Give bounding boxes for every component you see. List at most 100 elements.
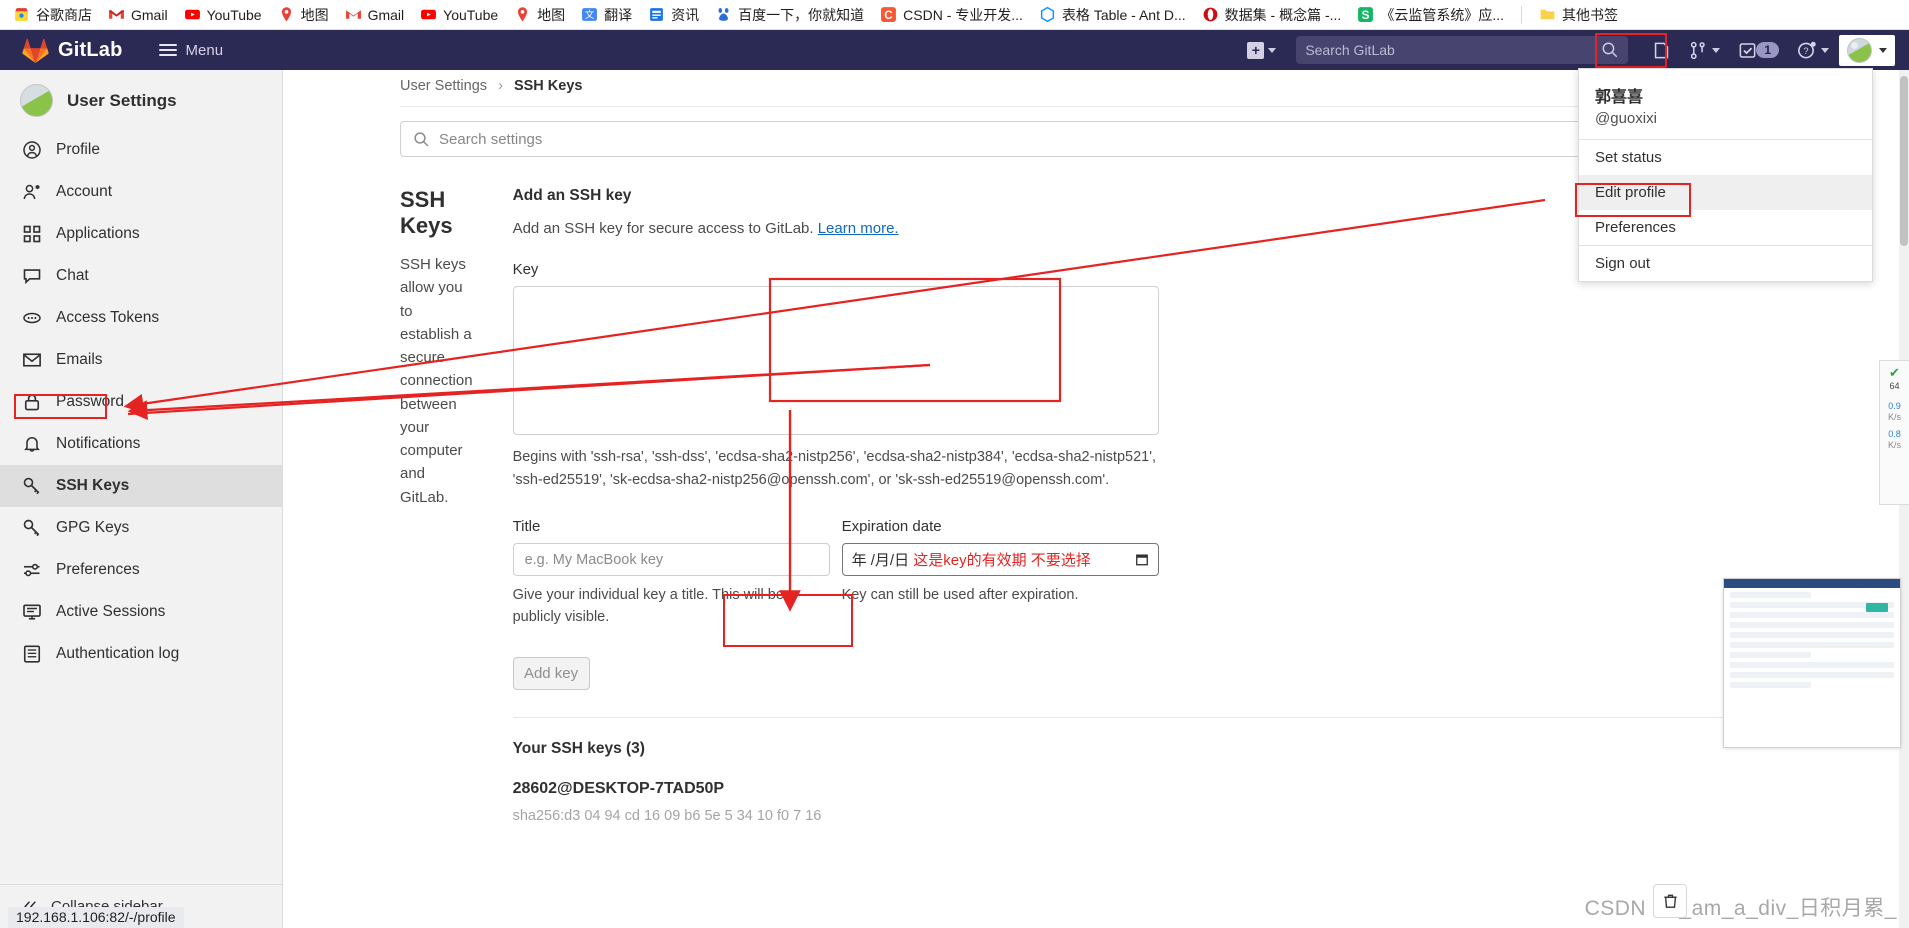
- menu-item-set-status[interactable]: Set status: [1579, 140, 1872, 175]
- sidebar-item-emails[interactable]: Emails: [0, 339, 282, 381]
- screenshot-thumbnail-panel[interactable]: [1723, 578, 1901, 748]
- key-textarea[interactable]: [512, 286, 1159, 435]
- user-profile-dropdown: 郭喜喜 @guoxixi Set status Edit profile Pre…: [1578, 68, 1873, 282]
- key-icon: [23, 477, 40, 495]
- calendar-icon[interactable]: [1135, 552, 1149, 567]
- bookmark-item[interactable]: 表格 Table - Ant D...: [1032, 3, 1193, 27]
- title-input[interactable]: e.g. My MacBook key: [512, 543, 830, 577]
- merge-requests-button[interactable]: [1681, 34, 1728, 67]
- keys-list-divider: [512, 716, 1893, 718]
- sidebar-item-preferences[interactable]: Preferences: [0, 549, 282, 591]
- issues-button[interactable]: [1644, 34, 1679, 67]
- learn-more-link[interactable]: Learn more.: [818, 220, 899, 237]
- bookmark-item[interactable]: Gmail: [338, 4, 412, 25]
- ssh-key-title[interactable]: 28602@DESKTOP-7TAD50P: [513, 780, 1893, 798]
- bookmark-item[interactable]: C CSDN - 专业开发...: [873, 3, 1030, 27]
- sidebar-item-active-sessions[interactable]: Active Sessions: [0, 591, 282, 633]
- other-bookmarks-folder[interactable]: 其他书签: [1532, 3, 1625, 27]
- thumbnail-row: [1730, 632, 1894, 638]
- sidebar-item-password[interactable]: Password: [0, 381, 282, 423]
- sidebar-item-account[interactable]: Account: [0, 171, 282, 213]
- sidebar-item-label: Active Sessions: [56, 603, 166, 620]
- envelope-icon: [23, 353, 41, 367]
- bookmark-label: 谷歌商店: [36, 6, 92, 23]
- main-menu-button[interactable]: Menu: [149, 35, 234, 66]
- log-list-icon: [23, 645, 41, 663]
- bookmark-item[interactable]: YouTube: [177, 4, 269, 25]
- menu-item-preferences[interactable]: Preferences: [1579, 210, 1872, 245]
- sidebar-item-chat[interactable]: Chat: [0, 255, 282, 297]
- sidebar-item-access-tokens[interactable]: Access Tokens: [0, 297, 282, 339]
- expiration-annotation: 这是key的有效期 不要选择: [913, 552, 1091, 570]
- magnifier-icon: [414, 131, 429, 146]
- gitlab-home-link[interactable]: GitLab: [14, 34, 131, 67]
- status-bar-url: 192.168.1.106:82/-/profile: [8, 907, 184, 928]
- settings-search-placeholder: Search settings: [439, 130, 543, 148]
- sidebar-item-gpg-keys[interactable]: GPG Keys: [0, 507, 282, 549]
- check-circle-icon: ✔: [1889, 365, 1900, 380]
- trash-button[interactable]: [1653, 884, 1687, 918]
- sidebar-item-authentication-log[interactable]: Authentication log: [0, 633, 282, 675]
- bookmark-item[interactable]: 百度一下，你就知道: [708, 3, 871, 27]
- sidebar-item-label: Emails: [56, 351, 103, 368]
- bookmark-item[interactable]: Gmail: [101, 4, 175, 25]
- title-help-text: Give your individual key a title. This w…: [512, 587, 784, 626]
- speed-down-unit: K/s: [1887, 440, 1901, 451]
- scrollbar-thumb[interactable]: [1900, 76, 1908, 246]
- search-input[interactable]: Search GitLab: [1296, 36, 1629, 64]
- menu-item-sign-out[interactable]: Sign out: [1579, 246, 1872, 281]
- sidebar-item-applications[interactable]: Applications: [0, 213, 282, 255]
- title-field-label: Title: [512, 518, 541, 536]
- todos-button[interactable]: 1: [1730, 34, 1787, 67]
- sidebar-item-label: Preferences: [56, 561, 140, 578]
- bookmark-item[interactable]: 文 翻译: [574, 3, 639, 27]
- bookmark-label: 翻译: [604, 6, 633, 23]
- merge-request-icon: [1691, 41, 1706, 59]
- user-avatar-button[interactable]: [1839, 34, 1895, 66]
- sidebar-item-profile[interactable]: Profile: [0, 129, 282, 171]
- speed-up-unit: K/s: [1887, 411, 1901, 422]
- sidebar-item-ssh-keys[interactable]: SSH Keys: [0, 465, 282, 507]
- bookmark-item[interactable]: 谷歌商店: [6, 3, 99, 27]
- gmail-icon: [109, 10, 124, 19]
- sidebar-item-notifications[interactable]: Notifications: [0, 423, 282, 465]
- sidebar-header: User Settings: [0, 70, 282, 129]
- title-placeholder: e.g. My MacBook key: [524, 551, 664, 568]
- add-key-button[interactable]: Add key: [512, 656, 590, 690]
- chrome-store-icon: [15, 8, 28, 21]
- gitlab-top-navbar: GitLab Menu + Search GitLab 1 ?: [0, 30, 1909, 70]
- thumbnail-row: [1730, 612, 1894, 618]
- bookmark-label: 地图: [537, 6, 566, 23]
- thumbnail-row: [1730, 682, 1811, 688]
- menu-item-edit-profile[interactable]: Edit profile: [1579, 175, 1872, 210]
- expiration-date-input[interactable]: 年 /月/日 这是key的有效期 不要选择: [841, 543, 1159, 577]
- sidebar-item-label: Profile: [56, 141, 100, 158]
- settings-search-input[interactable]: Search settings: [400, 121, 1770, 157]
- thumbnail-titlebar: [1724, 579, 1900, 588]
- bookmark-item[interactable]: 资讯: [641, 3, 706, 27]
- sidebar-item-label: Account: [56, 183, 113, 200]
- navbar-right-group: + Search GitLab 1 ?: [1239, 33, 1895, 67]
- title-column: Title e.g. My MacBook key Give your indi…: [512, 518, 830, 629]
- network-speed-widget[interactable]: ✔ 64 0.9 K/s 0.8 K/s: [1879, 360, 1909, 505]
- create-new-button[interactable]: +: [1239, 35, 1284, 66]
- expiration-inner: 年 /月/日 这是key的有效期 不要选择: [852, 549, 1091, 570]
- todo-checkbox-icon: [1739, 42, 1756, 58]
- bookmark-item[interactable]: S 《云监管系统》应...: [1350, 3, 1511, 27]
- bookmark-item[interactable]: 地图: [507, 3, 572, 27]
- bookmark-item[interactable]: 数据集 - 概念篇 -...: [1195, 3, 1349, 27]
- youtube-icon: [184, 9, 200, 20]
- bookmark-item[interactable]: YouTube: [413, 4, 505, 25]
- bookmark-label: 《云监管系统》应...: [1380, 6, 1504, 23]
- sidebar-item-label: Notifications: [56, 435, 141, 452]
- gmail-icon: [345, 10, 361, 19]
- ssh-keys-section: SSH Keys SSH keys allow you to establish…: [400, 187, 1893, 824]
- breadcrumb-separator-icon: ›: [498, 78, 503, 94]
- breadcrumb-root[interactable]: User Settings: [400, 78, 487, 94]
- help-button[interactable]: ?: [1789, 33, 1837, 67]
- your-ssh-keys-heading: Your SSH keys (3): [512, 739, 645, 757]
- user-settings-sidebar: User Settings Profile Account Applicatio…: [0, 70, 283, 928]
- bookmark-item[interactable]: 地图: [271, 3, 336, 27]
- expiration-placeholder: 年 /月/日: [851, 552, 910, 570]
- user-avatar-icon: [1847, 37, 1872, 63]
